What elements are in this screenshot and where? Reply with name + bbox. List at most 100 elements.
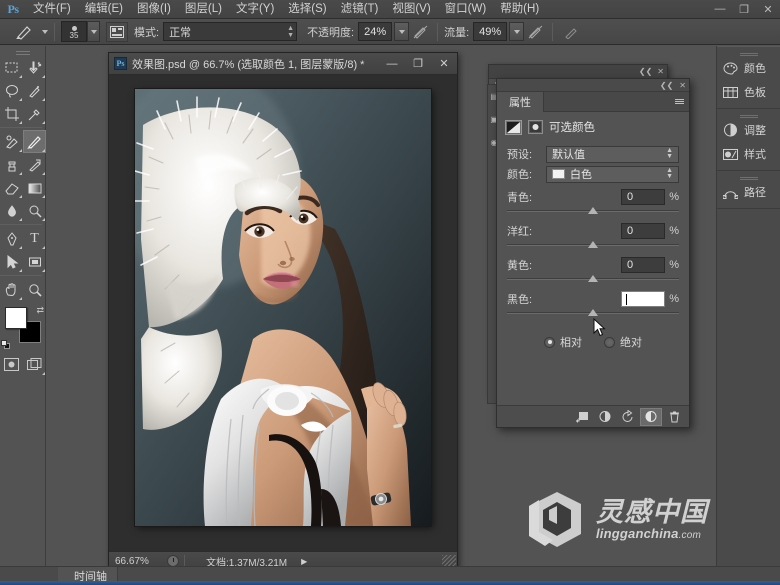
- document-title-bar[interactable]: Ps 效果图.psd @ 66.7% (选取颜色 1, 图层蒙版/8) * — …: [109, 53, 457, 75]
- properties-collapse-icon[interactable]: ❮❮: [660, 81, 673, 90]
- document-window: Ps 效果图.psd @ 66.7% (选取颜色 1, 图层蒙版/8) * — …: [108, 52, 458, 571]
- tool-zoom[interactable]: [23, 278, 46, 301]
- reset-adjustment-button[interactable]: [617, 408, 639, 426]
- tool-blur[interactable]: [0, 199, 23, 222]
- magenta-slider-track[interactable]: [507, 241, 679, 252]
- clip-to-layer-button[interactable]: [571, 408, 593, 426]
- properties-panel-body: 可选颜色 预设: 默认值 ▲ ▼ 颜色: 白色 ▲ ▼ 青色: 0 % 洋红: …: [497, 112, 689, 405]
- menu-type[interactable]: 文字(Y): [229, 0, 281, 19]
- dock-item-adjustments[interactable]: 调整: [717, 118, 780, 142]
- tool-eraser[interactable]: [0, 176, 23, 199]
- colors-select[interactable]: 白色 ▲ ▼: [546, 165, 679, 183]
- collapse-panel-icon[interactable]: ❮❮: [639, 67, 652, 76]
- menu-file[interactable]: 文件(F): [26, 0, 78, 19]
- document-minimize-button[interactable]: —: [379, 53, 405, 74]
- delete-adjustment-button[interactable]: [663, 408, 685, 426]
- close-panel-icon[interactable]: ✕: [657, 67, 664, 76]
- cyan-slider-knob[interactable]: [588, 207, 598, 214]
- blend-mode-select[interactable]: 正常 ▲ ▼: [163, 22, 298, 41]
- yellow-input[interactable]: 0: [621, 257, 665, 273]
- minimize-button[interactable]: —: [708, 0, 732, 19]
- black-input[interactable]: [621, 291, 665, 307]
- tool-dodge[interactable]: [23, 199, 46, 222]
- tool-gradient[interactable]: [23, 176, 46, 199]
- document-maximize-button[interactable]: ❐: [405, 53, 431, 74]
- adjustments-icon: [722, 122, 739, 139]
- tablet-pressure-size-icon[interactable]: [559, 22, 581, 42]
- menu-help[interactable]: 帮助(H): [493, 0, 546, 19]
- dock-item-paths[interactable]: 路径: [717, 180, 780, 204]
- dock-item-styles[interactable]: 样式: [717, 142, 780, 166]
- menu-select[interactable]: 选择(S): [281, 0, 333, 19]
- tool-quick-selection[interactable]: [23, 79, 46, 102]
- properties-panel-menu-icon[interactable]: [675, 99, 689, 104]
- tool-rectangular-marquee[interactable]: [0, 56, 23, 79]
- screen-mode-icon[interactable]: [23, 353, 46, 376]
- canvas-area[interactable]: [109, 75, 457, 551]
- tool-lasso[interactable]: [0, 79, 23, 102]
- opacity-input[interactable]: 24%: [358, 22, 393, 41]
- menu-image[interactable]: 图像(I): [130, 0, 178, 19]
- document-close-button[interactable]: ✕: [431, 53, 457, 74]
- properties-close-icon[interactable]: ✕: [679, 81, 686, 90]
- tool-spot-healing-brush[interactable]: [0, 130, 23, 153]
- tool-path-selection[interactable]: [0, 250, 23, 273]
- brush-size-stepper[interactable]: [87, 21, 100, 42]
- restore-button[interactable]: ❐: [732, 0, 756, 19]
- tool-eyedropper[interactable]: [23, 102, 46, 125]
- magenta-slider-knob[interactable]: [588, 241, 598, 248]
- menu-window[interactable]: 窗口(W): [438, 0, 494, 19]
- toolbox-drag-handle[interactable]: [0, 46, 45, 56]
- dock-item-swatches[interactable]: 色板: [717, 80, 780, 104]
- cyan-input[interactable]: 0: [621, 189, 665, 205]
- layer-mask-thumbnail-icon[interactable]: [528, 120, 543, 134]
- quick-mask-mode-icon[interactable]: [0, 353, 23, 376]
- view-previous-state-button[interactable]: [594, 408, 616, 426]
- dock-item-color[interactable]: 颜色: [717, 56, 780, 80]
- black-slider-knob[interactable]: [588, 309, 598, 316]
- blend-mode-value: 正常: [169, 26, 192, 39]
- background-panel-header[interactable]: ❮❮ ✕: [489, 65, 667, 79]
- cyan-slider-track[interactable]: [507, 207, 679, 218]
- menu-edit[interactable]: 编辑(E): [78, 0, 130, 19]
- zoom-level[interactable]: 66.67%: [109, 556, 167, 567]
- tool-brush[interactable]: [23, 130, 46, 153]
- yellow-slider-track[interactable]: [507, 275, 679, 286]
- airbrush-toggle-icon[interactable]: [524, 22, 546, 42]
- brush-size-display[interactable]: 35: [61, 21, 87, 42]
- swap-colors-icon[interactable]: ⇄: [36, 305, 44, 316]
- status-menu-arrow-icon[interactable]: ▶: [301, 557, 307, 566]
- tool-pen[interactable]: [0, 227, 23, 250]
- tool-hand[interactable]: [0, 278, 23, 301]
- brush-preset-chevron-down-icon[interactable]: [42, 29, 48, 34]
- absolute-radio[interactable]: 绝对: [604, 334, 642, 350]
- yellow-slider-knob[interactable]: [588, 275, 598, 282]
- magenta-input[interactable]: 0: [621, 223, 665, 239]
- toggle-layer-visibility-button[interactable]: [640, 407, 662, 426]
- brush-panel-toggle-icon[interactable]: [106, 21, 128, 42]
- preset-select[interactable]: 默认值 ▲ ▼: [546, 145, 679, 163]
- foreground-color-swatch[interactable]: [5, 307, 27, 329]
- menu-layer[interactable]: 图层(L): [178, 0, 229, 19]
- tool-move[interactable]: [23, 56, 46, 79]
- tab-properties[interactable]: 属性: [497, 91, 544, 112]
- flow-stepper[interactable]: [509, 22, 525, 41]
- opacity-stepper[interactable]: [394, 22, 410, 41]
- flow-input[interactable]: 49%: [473, 22, 508, 41]
- opacity-pressure-toggle-icon[interactable]: [409, 22, 431, 42]
- document-ps-icon: Ps: [114, 57, 127, 70]
- relative-radio[interactable]: 相对: [544, 334, 582, 350]
- tool-rectangle[interactable]: [23, 250, 46, 273]
- tool-clone-stamp[interactable]: [0, 153, 23, 176]
- brush-tool-preview-icon[interactable]: [10, 22, 40, 42]
- document-image[interactable]: [135, 89, 431, 526]
- menu-view[interactable]: 视图(V): [385, 0, 437, 19]
- options-separator-2: [437, 22, 439, 41]
- menu-filter[interactable]: 滤镜(T): [334, 0, 386, 19]
- tool-type[interactable]: T: [23, 227, 46, 250]
- close-button[interactable]: ✕: [756, 0, 780, 19]
- tool-crop[interactable]: [0, 102, 23, 125]
- properties-panel-topbar[interactable]: ❮❮ ✕: [497, 79, 689, 92]
- default-colors-icon[interactable]: [1, 340, 10, 349]
- tool-history-brush[interactable]: [23, 153, 46, 176]
